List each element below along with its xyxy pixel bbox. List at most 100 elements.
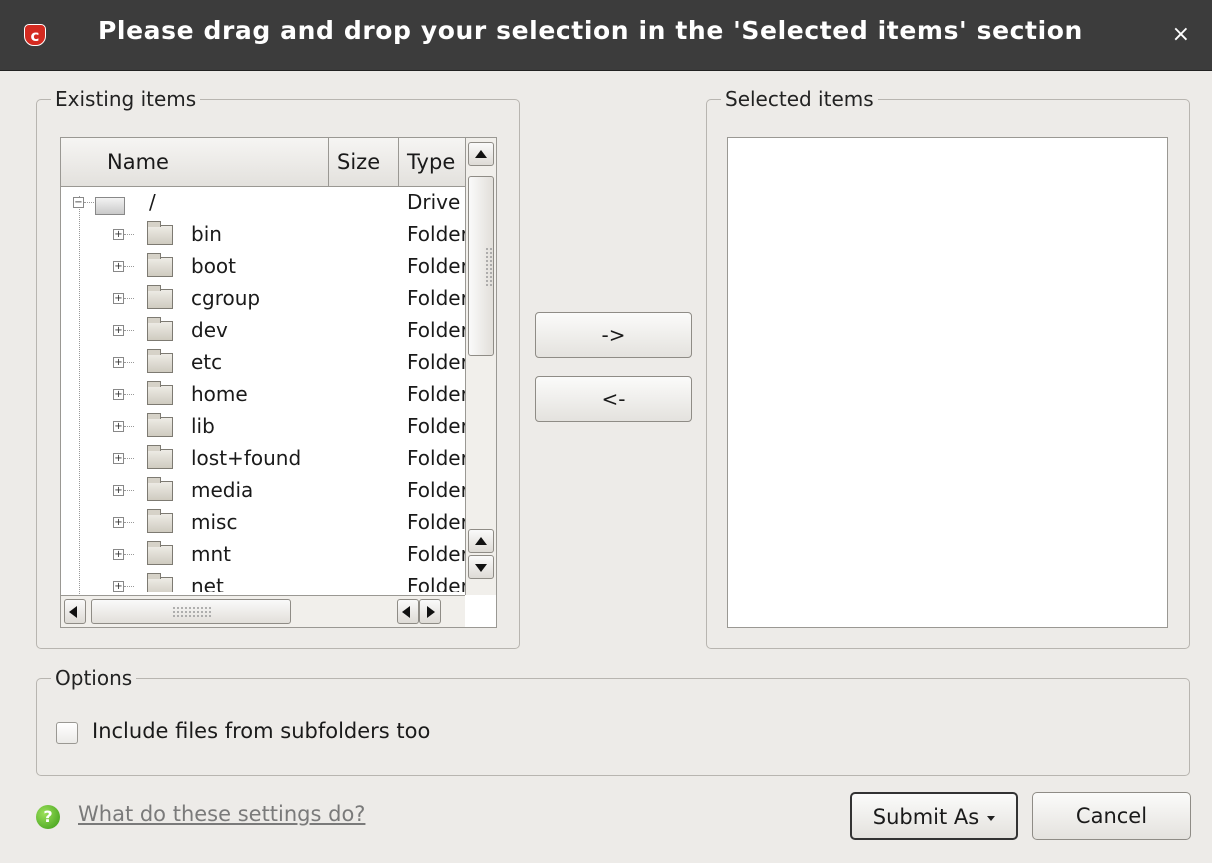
horizontal-scroll-thumb[interactable] [91, 599, 291, 624]
arrow-right-icon [427, 606, 435, 618]
tree-row[interactable]: + lost+found Folder [61, 444, 465, 476]
row-type: Folder [407, 318, 465, 342]
row-type: Folder [407, 254, 465, 278]
scroll-left-button-right[interactable] [397, 599, 419, 624]
tree-rows: − / Drive + bin Folder + boot Folder + c… [61, 188, 465, 592]
expand-icon[interactable]: + [113, 453, 124, 464]
tree-row[interactable]: + bin Folder [61, 220, 465, 252]
tree-row[interactable]: + misc Folder [61, 508, 465, 540]
row-name: boot [191, 254, 237, 278]
expand-icon[interactable]: + [113, 229, 124, 240]
row-type: Drive [407, 190, 461, 214]
folder-icon [147, 285, 173, 309]
folder-icon [147, 541, 173, 565]
expand-icon[interactable]: + [113, 325, 124, 336]
tree-dots [124, 362, 134, 363]
tree-header: Name Size Type [61, 138, 465, 187]
tree-row[interactable]: + home Folder [61, 380, 465, 412]
expand-icon[interactable]: + [113, 357, 124, 368]
expand-icon[interactable]: + [113, 581, 124, 592]
folder-icon [147, 221, 173, 245]
expand-icon[interactable]: + [113, 293, 124, 304]
vertical-scrollbar[interactable] [465, 138, 496, 595]
row-name: dev [191, 318, 228, 342]
folder-icon [147, 445, 173, 469]
horizontal-scrollbar[interactable] [61, 595, 465, 627]
row-name: / [149, 190, 156, 214]
existing-items-legend: Existing items [55, 87, 197, 111]
expand-icon[interactable]: + [113, 549, 124, 560]
tree-dots [124, 554, 134, 555]
arrow-left-icon [402, 606, 410, 618]
column-header-name[interactable]: Name [61, 138, 329, 186]
folder-icon [147, 477, 173, 501]
scroll-left-button[interactable] [64, 599, 86, 624]
remove-from-selection-button[interactable]: <- [535, 376, 692, 422]
vertical-scroll-thumb[interactable] [468, 176, 494, 356]
expand-icon[interactable]: + [113, 421, 124, 432]
expand-icon[interactable]: + [113, 389, 124, 400]
tree-dots [84, 202, 94, 203]
tree-dots [124, 298, 134, 299]
arrow-up-icon [475, 537, 487, 545]
tree-row[interactable]: + etc Folder [61, 348, 465, 380]
arrow-down-icon [475, 564, 487, 572]
tree-row[interactable]: + net Folder [61, 572, 465, 592]
tree-dots [124, 490, 134, 491]
close-icon[interactable]: × [1172, 22, 1190, 47]
help-icon[interactable]: ? [36, 805, 60, 829]
dropdown-caret-icon [987, 815, 996, 821]
existing-items-tree[interactable]: Name Size Type − / Drive + bin Folder + … [60, 137, 497, 628]
help-link[interactable]: What do these settings do? [78, 802, 365, 826]
tree-row[interactable]: + boot Folder [61, 252, 465, 284]
expand-icon[interactable]: + [113, 485, 124, 496]
row-name: etc [191, 350, 223, 374]
scroll-up-button[interactable] [468, 142, 494, 166]
app-logo-icon: c [24, 24, 46, 46]
tree-dots [124, 266, 134, 267]
row-type: Folder [407, 446, 465, 470]
folder-icon [147, 413, 173, 437]
cancel-button[interactable]: Cancel [1032, 792, 1191, 840]
row-type: Folder [407, 542, 465, 566]
tree-row-root[interactable]: − / Drive [61, 188, 465, 220]
expand-icon[interactable]: + [113, 261, 124, 272]
include-subfolders-checkbox[interactable] [56, 722, 78, 744]
scroll-right-button[interactable] [419, 599, 441, 624]
selected-items-list[interactable] [727, 137, 1168, 628]
row-name: mnt [191, 542, 231, 566]
folder-icon [147, 317, 173, 341]
collapse-icon[interactable]: − [73, 197, 84, 208]
submit-as-button[interactable]: Submit As [850, 792, 1018, 840]
expand-icon[interactable]: + [113, 517, 124, 528]
tree-dots [124, 458, 134, 459]
folder-icon [147, 253, 173, 277]
add-to-selection-button[interactable]: -> [535, 312, 692, 358]
tree-dots [124, 522, 134, 523]
include-subfolders-label[interactable]: Include files from subfolders too [92, 719, 430, 743]
row-type: Folder [407, 414, 465, 438]
tree-row[interactable]: + lib Folder [61, 412, 465, 444]
scroll-up-button-lower[interactable] [468, 529, 494, 553]
tree-row[interactable]: + media Folder [61, 476, 465, 508]
scroll-down-button[interactable] [468, 555, 494, 579]
arrow-up-icon [475, 150, 487, 158]
grip-icon [172, 606, 212, 618]
row-type: Folder [407, 574, 465, 592]
row-name: bin [191, 222, 222, 246]
tree-row[interactable]: + cgroup Folder [61, 284, 465, 316]
tree-row[interactable]: + dev Folder [61, 316, 465, 348]
drive-icon [95, 197, 125, 215]
row-type: Folder [407, 478, 465, 502]
row-name: net [191, 574, 224, 592]
row-name: cgroup [191, 286, 261, 310]
tree-row[interactable]: + mnt Folder [61, 540, 465, 572]
column-header-type[interactable]: Type [399, 138, 465, 186]
row-name: home [191, 382, 248, 406]
title-bar: c Please drag and drop your selection in… [0, 0, 1212, 71]
options-legend: Options [55, 666, 133, 690]
row-type: Folder [407, 382, 465, 406]
column-header-size[interactable]: Size [329, 138, 399, 186]
row-type: Folder [407, 222, 465, 246]
arrow-left-icon [69, 606, 77, 618]
